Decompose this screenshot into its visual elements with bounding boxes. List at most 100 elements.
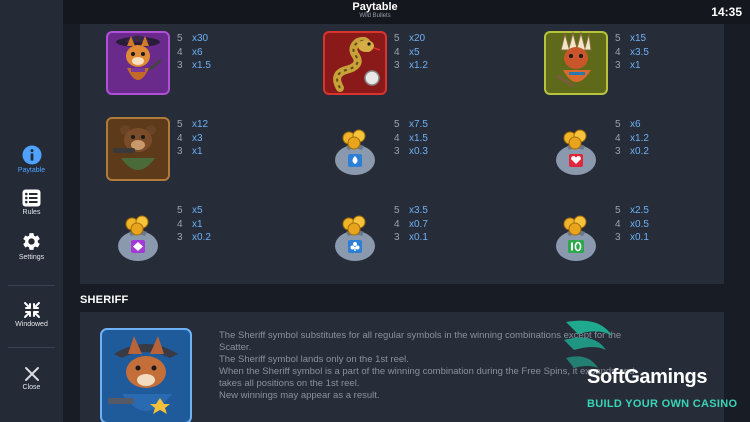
page-title: Paytable xyxy=(352,1,398,13)
payout-multiplier: x20 xyxy=(409,33,426,44)
payout-count: 5 xyxy=(615,33,621,44)
payout-count: 5 xyxy=(177,205,183,216)
payout-count: 4 xyxy=(615,132,621,144)
chief-symbol xyxy=(544,31,608,95)
payout-count: 3 xyxy=(394,146,400,157)
collapse-icon xyxy=(23,302,40,318)
payout-count: 3 xyxy=(615,232,621,243)
close-icon xyxy=(24,367,39,381)
heart-bag-symbol xyxy=(556,129,596,175)
payout-count: 3 xyxy=(615,60,621,71)
payout-count: 5 xyxy=(615,119,621,130)
payout-multiplier: x5 xyxy=(192,205,203,216)
payout-multiplier: x0.5 xyxy=(630,218,649,230)
payout-count: 4 xyxy=(394,132,400,144)
gear-icon xyxy=(23,233,40,250)
spade-bag-symbol xyxy=(335,129,375,175)
section-heading-sheriff: SHERIFF xyxy=(80,294,129,306)
payout-multiplier: x15 xyxy=(630,33,647,44)
payout-list: 5 x30 4 x6 3 x1.5 xyxy=(177,32,211,73)
payout-count: 4 xyxy=(177,46,183,58)
paytable-cell: 5 x30 4 x6 3 x1.5 xyxy=(105,30,305,100)
sidebar-divider xyxy=(8,347,55,348)
sidebar: Paytable Rules Settings Windowed Close xyxy=(0,0,63,422)
sidebar-item-label: Close xyxy=(22,384,41,391)
payout-multiplier: x0.3 xyxy=(409,146,428,157)
payout-list: 5 x5 4 x1 3 x0.2 xyxy=(177,204,211,245)
payout-multiplier: x0.2 xyxy=(630,146,649,157)
sidebar-item-windowed[interactable]: Windowed xyxy=(0,301,63,328)
payout-list: 5 x7.5 4 x1.5 3 x0.3 xyxy=(394,118,428,159)
payout-list: 5 x3.5 4 x0.7 3 x0.1 xyxy=(394,204,428,245)
sidebar-item-settings[interactable]: Settings xyxy=(0,231,63,261)
sidebar-item-paytable[interactable]: Paytable xyxy=(0,145,63,174)
payout-multiplier: x1.2 xyxy=(630,132,649,144)
payout-multiplier: x1 xyxy=(192,218,203,230)
paytable-cell: 5 x15 4 x3.5 3 x1 xyxy=(543,30,743,100)
info-icon xyxy=(22,145,41,165)
payout-count: 5 xyxy=(394,119,400,130)
payout-count: 3 xyxy=(615,146,621,157)
payout-multiplier: x0.2 xyxy=(192,232,211,243)
payout-count: 3 xyxy=(394,60,400,71)
payout-multiplier: x2.5 xyxy=(630,205,649,216)
payout-multiplier: x1 xyxy=(192,146,203,157)
payout-list: 5 x15 4 x3.5 3 x1 xyxy=(615,32,649,73)
sheriff-symbol xyxy=(100,328,192,422)
payout-multiplier: x12 xyxy=(192,119,209,130)
payout-list: 5 x6 4 x1.2 3 x0.2 xyxy=(615,118,649,159)
payout-count: 4 xyxy=(615,46,621,58)
payout-multiplier: x6 xyxy=(630,119,641,130)
sidebar-item-label: Settings xyxy=(18,254,45,261)
payout-count: 4 xyxy=(177,132,183,144)
diamond-bag-symbol xyxy=(118,215,158,261)
softgamings-watermark: SoftGamings BUILD YOUR OWN CASINO xyxy=(560,318,745,413)
sidebar-item-label: Windowed xyxy=(15,321,48,328)
sidebar-item-label: Paytable xyxy=(17,167,46,174)
paytable-cell: 5 x6 4 x1.2 3 x0.2 xyxy=(543,116,743,186)
ten-bag-symbol xyxy=(556,215,596,261)
payout-multiplier: x1.5 xyxy=(409,132,428,144)
paytable-cell: 5 x2.5 4 x0.5 3 x0.1 xyxy=(543,202,743,272)
payout-count: 5 xyxy=(177,33,183,44)
paytable-cell: 5 x12 4 x3 3 x1 xyxy=(105,116,305,186)
sidebar-item-close[interactable]: Close xyxy=(0,366,63,391)
payout-count: 5 xyxy=(615,205,621,216)
sidebar-divider xyxy=(8,285,55,286)
payout-multiplier: x5 xyxy=(409,46,420,58)
payout-count: 3 xyxy=(177,60,183,71)
payout-count: 4 xyxy=(394,218,400,230)
payout-multiplier: x0.1 xyxy=(630,232,649,243)
payout-count: 5 xyxy=(177,119,183,130)
paytable-cell: 5 x20 4 x5 3 x1.2 xyxy=(322,30,522,100)
paytable-cell: 5 x7.5 4 x1.5 3 x0.3 xyxy=(322,116,522,186)
list-icon xyxy=(22,189,41,207)
rattlesnake-symbol xyxy=(323,31,387,95)
payout-multiplier: x0.1 xyxy=(409,232,428,243)
paytable-cell: 5 x3.5 4 x0.7 3 x0.1 xyxy=(322,202,522,272)
payout-count: 5 xyxy=(394,33,400,44)
bear-symbol xyxy=(106,117,170,181)
clock: 14:35 xyxy=(711,5,742,19)
payout-list: 5 x20 4 x5 3 x1.2 xyxy=(394,32,428,73)
payout-multiplier: x1.2 xyxy=(409,60,428,71)
payout-list: 5 x2.5 4 x0.5 3 x0.1 xyxy=(615,204,649,245)
watermark-tagline: BUILD YOUR OWN CASINO xyxy=(587,398,738,410)
sidebar-item-rules[interactable]: Rules xyxy=(0,189,63,216)
payout-count: 5 xyxy=(394,205,400,216)
paytable-cell: 5 x5 4 x1 3 x0.2 xyxy=(105,202,305,272)
payout-multiplier: x6 xyxy=(192,46,203,58)
payout-count: 3 xyxy=(177,146,183,157)
sidebar-item-label: Rules xyxy=(22,209,41,216)
payout-count: 4 xyxy=(394,46,400,58)
payout-count: 4 xyxy=(177,218,183,230)
fox-bandit-symbol xyxy=(106,31,170,95)
game-subtitle: Wild Bullets xyxy=(359,13,391,19)
payout-list: 5 x12 4 x3 3 x1 xyxy=(177,118,208,159)
payout-count: 3 xyxy=(394,232,400,243)
payout-multiplier: x1.5 xyxy=(192,60,211,71)
payout-multiplier: x3.5 xyxy=(630,46,649,58)
payout-multiplier: x3.5 xyxy=(409,205,428,216)
watermark-name: SoftGamings xyxy=(587,366,708,388)
payout-multiplier: x0.7 xyxy=(409,218,428,230)
